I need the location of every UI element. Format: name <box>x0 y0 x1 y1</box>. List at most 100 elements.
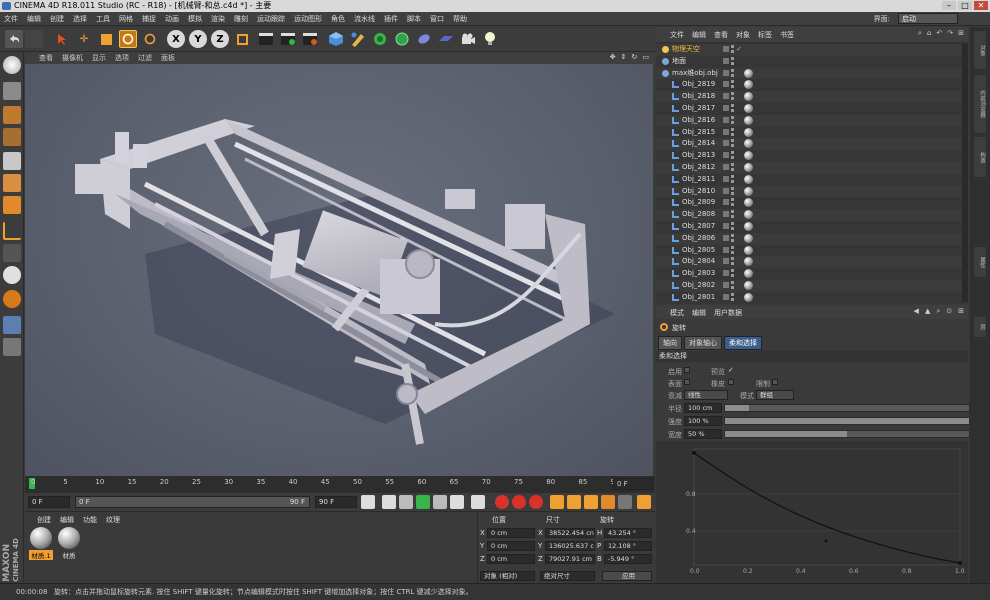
next-frame-icon[interactable] <box>433 495 447 509</box>
select-arrow-icon[interactable] <box>53 30 71 48</box>
layer-toggle-icon[interactable] <box>723 116 729 123</box>
check-icon[interactable]: ✓ <box>736 44 742 55</box>
strength-slider[interactable] <box>724 417 970 425</box>
attribute-tab[interactable]: 轴向 <box>658 336 682 350</box>
object-row[interactable]: Obj_2803 <box>656 268 968 280</box>
menu-item[interactable]: 捕捉 <box>142 14 156 24</box>
material-tag-icon[interactable] <box>744 151 753 161</box>
points-mode-icon[interactable] <box>3 152 21 170</box>
position-field[interactable]: 0 cm <box>487 554 535 564</box>
material-swatch[interactable]: 材质.1 <box>29 527 53 560</box>
start-frame-field[interactable]: 0 F <box>28 496 70 508</box>
recent-tool-icon[interactable] <box>141 30 159 48</box>
preview-checkbox[interactable]: ✓ <box>728 366 734 374</box>
falloff-dropdown[interactable]: 线性 <box>684 390 728 400</box>
record-keys-icon[interactable] <box>495 495 509 509</box>
subdivision-icon[interactable] <box>371 30 389 48</box>
object-row[interactable]: Obj_2804 <box>656 256 968 269</box>
layout-dropdown[interactable]: 启动 <box>898 13 958 24</box>
menu-item[interactable]: 窗口 <box>430 14 444 24</box>
object-row[interactable]: Obj_2816 <box>656 114 968 127</box>
editor-visibility-icon[interactable] <box>731 151 734 155</box>
render-visibility-icon[interactable] <box>731 203 734 207</box>
render-visibility-icon[interactable] <box>731 97 734 101</box>
object-menu-item[interactable]: 编辑 <box>692 30 706 40</box>
y-axis-lock-icon[interactable]: Y <box>189 30 207 48</box>
menu-item[interactable]: 文件 <box>4 14 18 24</box>
material-tag-icon[interactable] <box>744 163 753 172</box>
layer-toggle-icon[interactable] <box>723 93 729 100</box>
make-editable-icon[interactable] <box>3 56 21 74</box>
object-menu-item[interactable]: 标签 <box>758 30 772 40</box>
object-row[interactable]: Obj_2806 <box>656 232 968 245</box>
object-row[interactable]: max维obj.obj <box>656 67 968 80</box>
material-tag-icon[interactable] <box>744 269 753 279</box>
layer-toggle-icon[interactable] <box>723 258 729 265</box>
material-menu-item[interactable]: 纹理 <box>106 515 120 525</box>
attribute-tab[interactable]: 柔和选择 <box>724 336 762 350</box>
scale-icon[interactable] <box>97 30 115 48</box>
side-tab[interactable]: 对象 <box>974 31 986 69</box>
render-visibility-icon[interactable] <box>731 191 734 195</box>
x-axis-lock-icon[interactable]: X <box>167 30 185 48</box>
prev-frame-icon[interactable] <box>399 495 413 509</box>
object-row[interactable]: Obj_2802 <box>656 280 968 292</box>
layer-toggle-icon[interactable] <box>723 105 729 111</box>
material-tag-icon[interactable] <box>744 92 753 102</box>
object-menu-item[interactable]: 书签 <box>780 30 794 40</box>
light-icon[interactable] <box>481 30 499 48</box>
layer-toggle-icon[interactable] <box>723 293 729 300</box>
render-visibility-icon[interactable] <box>731 144 734 148</box>
material-tag-icon[interactable] <box>744 139 753 149</box>
attribute-menu-item[interactable]: 用户数据 <box>714 308 742 319</box>
key-scale-icon[interactable] <box>567 495 581 509</box>
position-field[interactable]: 0 cm <box>487 528 535 538</box>
editor-visibility-icon[interactable] <box>731 92 734 96</box>
object-scrollbar[interactable] <box>962 44 968 302</box>
minimize-button[interactable]: – <box>942 1 956 10</box>
goto-start-icon[interactable] <box>361 495 375 509</box>
material-tag-icon[interactable] <box>744 80 753 90</box>
viewport-zoom-icon[interactable]: ⇕ <box>621 53 627 61</box>
size-mode-dropdown[interactable]: 绝对尺寸 <box>540 571 595 581</box>
viewport-menu-item[interactable]: 面板 <box>161 53 175 63</box>
viewport-toggle-icon[interactable]: ▭ <box>642 53 649 61</box>
key-pla-icon[interactable] <box>618 495 632 509</box>
material-menu-item[interactable]: 创建 <box>37 515 51 525</box>
editor-visibility-icon[interactable] <box>731 210 734 214</box>
editor-visibility-icon[interactable] <box>731 163 734 166</box>
current-frame-field[interactable]: 0 F <box>613 478 653 490</box>
material-menu-item[interactable]: 功能 <box>83 515 97 525</box>
editor-visibility-icon[interactable] <box>731 56 734 60</box>
editor-visibility-icon[interactable] <box>731 198 734 202</box>
end-frame-field[interactable]: 90 F <box>315 496 357 508</box>
object-row[interactable]: Obj_2814 <box>656 138 968 151</box>
snapping-icon[interactable] <box>3 266 21 284</box>
back-icon[interactable]: ↶ <box>936 29 942 38</box>
render-visibility-icon[interactable] <box>731 168 734 171</box>
render-visibility-icon[interactable] <box>731 215 734 219</box>
redo-icon[interactable] <box>25 30 43 48</box>
object-row[interactable]: Obj_2811 <box>656 173 968 186</box>
render-picture-viewer-icon[interactable] <box>279 30 297 48</box>
material-tag-icon[interactable] <box>744 257 753 267</box>
render-visibility-icon[interactable] <box>731 250 734 254</box>
object-row[interactable]: Obj_2818 <box>656 91 968 103</box>
menu-item[interactable]: 工具 <box>96 14 110 24</box>
prev-key-icon[interactable] <box>382 495 396 509</box>
object-row[interactable]: 地面 <box>656 55 968 68</box>
material-menu-item[interactable]: 编辑 <box>60 515 74 525</box>
object-menu-item[interactable]: 文件 <box>670 30 684 40</box>
cube-primitive-icon[interactable] <box>327 30 345 48</box>
next-key-icon[interactable] <box>450 495 464 509</box>
material-tag-icon[interactable] <box>744 198 753 208</box>
tweak-mode-icon[interactable] <box>3 244 21 262</box>
polygons-mode-icon[interactable] <box>3 196 21 214</box>
layer-toggle-icon[interactable] <box>723 175 729 182</box>
object-row[interactable]: Obj_2810 <box>656 185 968 198</box>
menu-item[interactable]: 帮助 <box>453 14 467 24</box>
menu-item[interactable]: 动画 <box>165 14 179 24</box>
menu-item[interactable]: 流水线 <box>354 14 375 24</box>
object-menu-item[interactable]: 查看 <box>714 30 728 40</box>
render-visibility-icon[interactable] <box>731 50 734 53</box>
